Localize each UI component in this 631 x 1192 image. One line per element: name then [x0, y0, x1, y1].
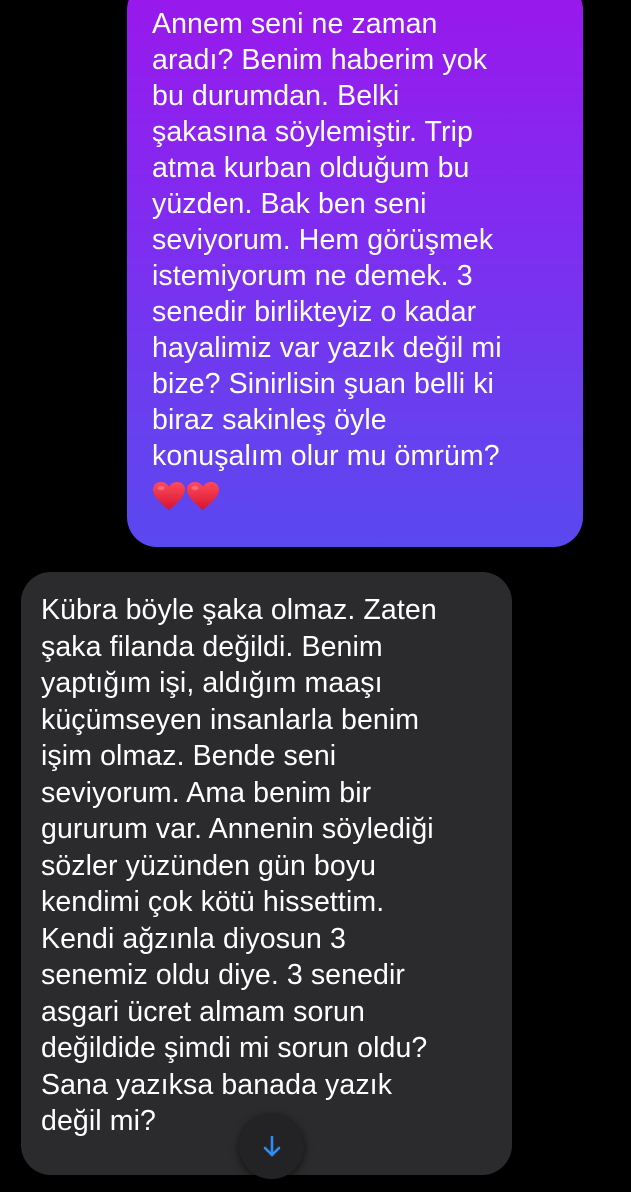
sent-message-text: Annem seni ne zaman aradı? Benim haberim…	[152, 8, 502, 472]
red-heart-icon	[186, 481, 220, 511]
received-message-bubble[interactable]: Kübra böyle şaka olmaz. Zaten şaka filan…	[21, 572, 512, 1175]
sent-message-bubble[interactable]: Annem seni ne zaman aradı? Benim haberim…	[127, 0, 583, 547]
arrow-down-icon	[263, 1135, 280, 1156]
received-message-text: Kübra böyle şaka olmaz. Zaten şaka filan…	[41, 594, 437, 1137]
scroll-to-bottom-button[interactable]	[239, 1114, 304, 1179]
chat-thread: Annem seni ne zaman aradı? Benim haberim…	[0, 0, 631, 1192]
red-heart-icon	[152, 481, 186, 511]
emoji-row	[152, 478, 563, 514]
